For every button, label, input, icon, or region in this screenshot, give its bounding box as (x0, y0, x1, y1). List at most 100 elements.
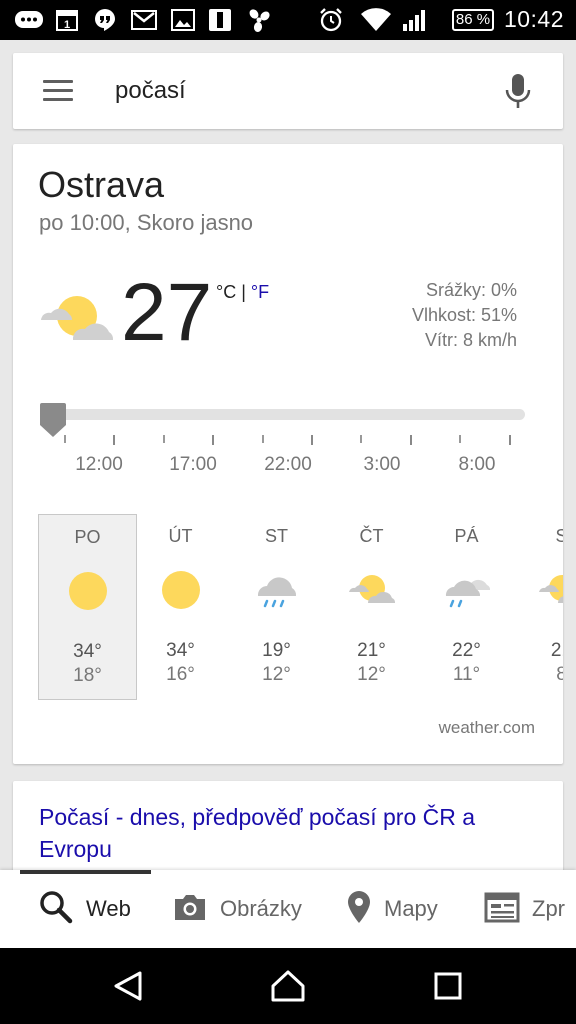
day-high: 21° (357, 640, 386, 661)
gallery-icon (171, 8, 195, 32)
day-low: 12° (262, 664, 291, 685)
day-low: 18° (73, 665, 102, 686)
day-high: 19° (262, 640, 291, 661)
tab-label: Obrázky (220, 896, 302, 921)
day-low: 16° (166, 664, 195, 685)
day-low: 8 (556, 664, 563, 685)
sunny-icon (157, 566, 205, 614)
search-input[interactable]: počasí (115, 77, 186, 105)
forecast-day[interactable]: ST 19° 12° (227, 514, 326, 700)
result-title-link[interactable]: Počasí - dnes, předpověď počasí pro ČR a… (39, 801, 539, 865)
wifi-icon (360, 8, 392, 32)
day-name: ÚT (168, 526, 193, 546)
day-high: 34° (73, 641, 102, 662)
calendar-icon: 1 (55, 8, 79, 32)
back-icon[interactable] (108, 968, 148, 1004)
weather-source-link[interactable]: weather.com (439, 718, 535, 738)
timeline-tick (261, 435, 264, 443)
tab-maps[interactable]: Mapy (346, 870, 438, 948)
timeline-tick (360, 435, 363, 443)
unit-fahrenheit[interactable]: °F (251, 282, 269, 302)
timeline-tick (212, 435, 215, 445)
forecast-day[interactable]: ÚT 34° 16° (131, 514, 230, 700)
recents-icon[interactable] (428, 968, 468, 1004)
map-pin-icon (346, 890, 372, 929)
partly-cloudy-icon (348, 566, 396, 614)
rain-cloudy-icon (443, 566, 491, 614)
timeline-tick (311, 435, 313, 445)
day-name: PO (74, 527, 101, 547)
sunny-icon (64, 567, 112, 615)
wind: Vítr: 8 km/h (424, 330, 517, 350)
timeline-tick (113, 435, 116, 445)
search-tabs: Web Obrázky Mapy Zpr (0, 870, 576, 948)
temperature: 27 (121, 267, 213, 358)
forecast-day[interactable]: ČT 21° 12° (322, 514, 421, 700)
day-high: 34° (166, 640, 195, 661)
tab-label: Zpr (532, 896, 565, 921)
unit-separator: | (236, 282, 251, 302)
status-bar: 1 86 % 10:42 (0, 0, 576, 40)
home-icon[interactable] (268, 968, 308, 1004)
timeline-slider[interactable] (40, 409, 525, 420)
gmail-icon (131, 8, 157, 32)
timeline-tick (64, 435, 66, 443)
day-high: 22° (452, 640, 481, 661)
partly-cloudy-icon (39, 292, 115, 348)
battery-icon: 86 % (452, 9, 494, 31)
search-icon (38, 889, 74, 930)
weather-details: Srážky: 0% Vlhkost: 51% Vítr: 8 km/h (412, 278, 517, 353)
rain-icon (253, 566, 301, 614)
timeline-ticks (40, 435, 530, 445)
tab-label: Mapy (384, 896, 438, 921)
navigation-bar (0, 948, 576, 1024)
day-low: 11° (452, 664, 481, 685)
news-icon (484, 891, 520, 928)
precipitation: Srážky: 0% (425, 280, 517, 300)
microphone-icon[interactable] (503, 73, 533, 111)
humidity: Vlhkost: 51% (411, 305, 517, 325)
unit-celsius[interactable]: °C (216, 282, 236, 302)
tab-label: Web (86, 896, 131, 921)
temperature-units: °C | °F (216, 282, 269, 303)
timeline-tick (162, 435, 165, 443)
tab-web[interactable]: Web (38, 870, 131, 948)
timeline-tick (508, 435, 511, 445)
calendar-day: 1 (64, 19, 70, 31)
time-label: 17:00 (169, 454, 217, 475)
search-bar[interactable]: počasí (13, 53, 563, 129)
timeline-tick (459, 435, 462, 443)
forecast-day[interactable]: S 21 8 (512, 514, 563, 700)
day-high: 21 (550, 640, 563, 661)
menu-icon[interactable] (43, 80, 73, 102)
camera-icon (172, 891, 208, 928)
weather-condition: po 10:00, Skoro jasno (39, 210, 254, 235)
time-label: 8:00 (458, 454, 496, 475)
timeline-tick (409, 435, 412, 445)
timeline-labels: 12:00 17:00 22:00 3:00 8:00 (13, 454, 563, 478)
day-name: PÁ (454, 526, 479, 546)
tab-images[interactable]: Obrázky (172, 870, 302, 948)
tab-news[interactable]: Zpr (484, 870, 565, 948)
signal-icon (402, 8, 428, 32)
day-low: 12° (357, 664, 386, 685)
hangouts-icon (93, 8, 117, 32)
fan-icon (246, 8, 272, 32)
forecast-day[interactable]: PO 34° 18° (38, 514, 137, 700)
slider-handle[interactable] (39, 402, 67, 438)
partly-cloudy-icon (538, 566, 563, 614)
weather-card: Ostrava po 10:00, Skoro jasno 27 °C | °F… (13, 144, 563, 764)
search-result-card: Počasí - dnes, předpověď počasí pro ČR a… (13, 781, 563, 881)
time-label: 3:00 (363, 454, 401, 475)
day-name: ČT (359, 526, 384, 546)
time-label: 12:00 (75, 454, 123, 475)
status-time: 10:42 (503, 6, 564, 32)
day-name: ST (264, 526, 288, 546)
notification-icon (14, 8, 44, 32)
forecast-day[interactable]: PÁ 22° 11° (417, 514, 516, 700)
flipboard-icon (208, 8, 232, 32)
weather-city: Ostrava (38, 164, 165, 205)
time-label: 22:00 (264, 454, 312, 475)
day-name: S (555, 526, 563, 546)
alarm-icon (318, 8, 344, 32)
